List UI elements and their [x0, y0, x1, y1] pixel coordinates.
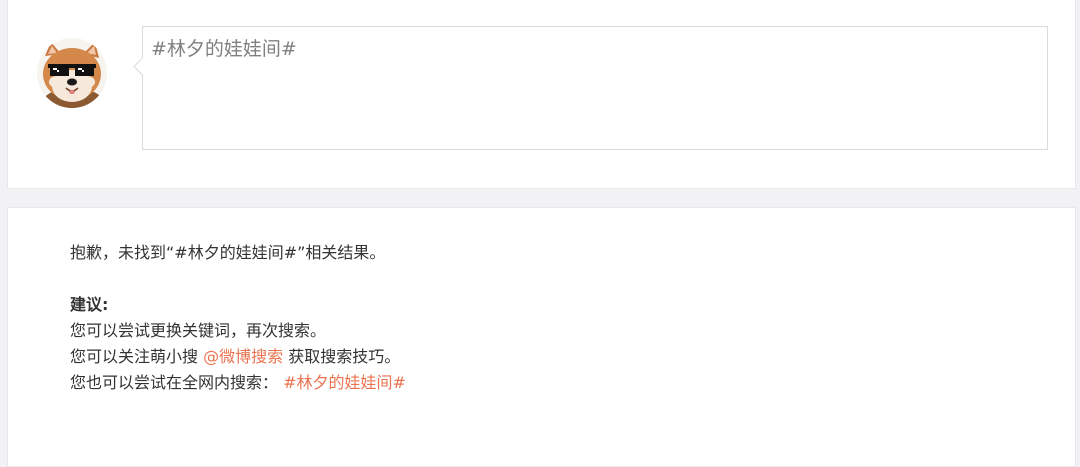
- tip-follow-line: 您可以关注萌小搜 @微博搜索 获取搜索技巧。: [70, 344, 406, 370]
- tip-change-keyword: 您可以尝试更换关键词，再次搜索。: [70, 321, 327, 340]
- no-result-line: 抱歉，未找到“#林夕的娃娃间#”相关结果。: [70, 240, 406, 266]
- web-search-query-link[interactable]: #林夕的娃娃间#: [283, 373, 406, 392]
- sorry-query: #林夕的娃娃间#: [174, 243, 298, 262]
- weibo-search-account-link[interactable]: @微博搜索: [203, 347, 283, 366]
- search-result-card: 抱歉，未找到“#林夕的娃娃间#”相关结果。 建议: 您可以尝试更换关键词，再次搜…: [7, 207, 1076, 467]
- post-composer-input[interactable]: #林夕的娃娃间#: [133, 26, 1048, 150]
- tip-follow-prefix: 您可以关注萌小搜: [70, 347, 199, 366]
- tip-web-search-line: 您也可以尝试在全网内搜索： #林夕的娃娃间#: [70, 370, 406, 396]
- composer-pointer-arrow: [133, 57, 152, 76]
- composer-text[interactable]: #林夕的娃娃间#: [151, 36, 297, 62]
- tip-follow-suffix: 获取搜索技巧。: [288, 347, 401, 366]
- sorry-prefix: 抱歉，未找到“: [70, 243, 175, 262]
- shiba-avatar-icon: [37, 38, 107, 108]
- post-composer-card: #林夕的娃娃间#: [7, 0, 1076, 189]
- user-avatar[interactable]: [37, 38, 107, 108]
- suggest-title: 建议:: [70, 295, 109, 314]
- sorry-suffix: ”相关结果。: [297, 243, 386, 262]
- tip-web-search-prefix: 您也可以尝试在全网内搜索：: [70, 373, 279, 392]
- no-result-message: 抱歉，未找到“#林夕的娃娃间#”相关结果。 建议: 您可以尝试更换关键词，再次搜…: [70, 240, 406, 396]
